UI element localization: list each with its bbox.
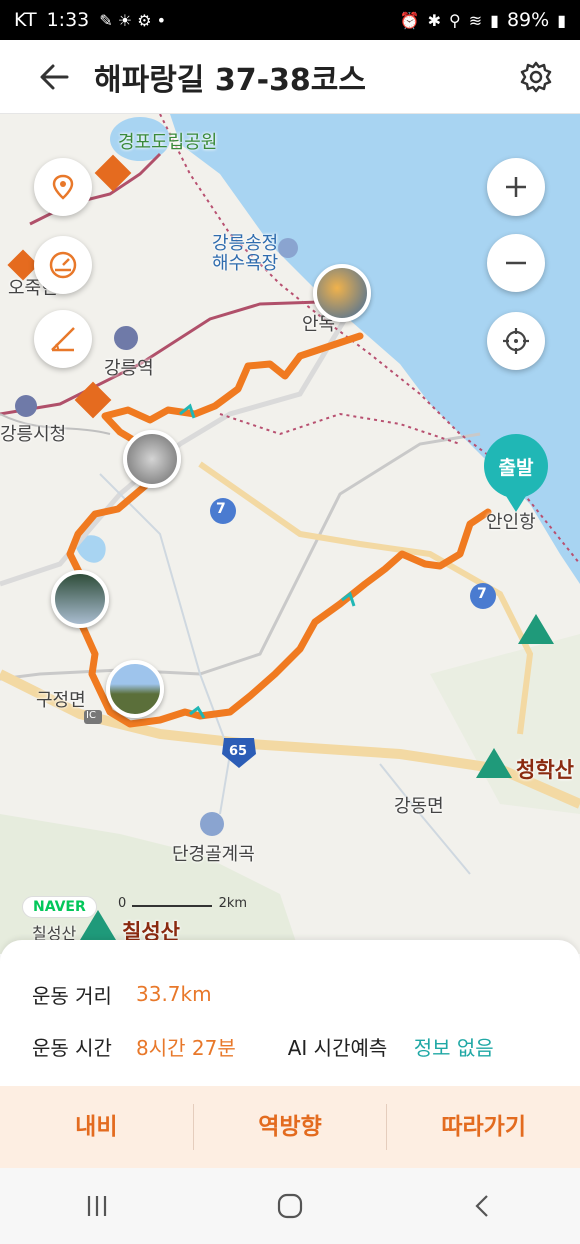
home-button[interactable] [250,1176,330,1236]
time-row: 운동 시간 8시간 27분 AI 시간예측 정보 없음 [32,1020,548,1072]
my-location-button[interactable] [487,312,545,370]
recent-apps-icon [87,1196,106,1216]
ic-label: IC [86,710,96,721]
settings-button[interactable] [510,51,562,103]
map-label-cityhall: 강릉시청 [0,424,67,445]
map-label-station: 강릉역 [104,358,154,379]
battery-icon: ▮ [557,10,566,30]
map-label-cheonghak: 청학산 [516,758,574,782]
zoom-out-button[interactable] [487,234,545,292]
elevation-button[interactable] [34,310,92,368]
system-nav-bar [0,1168,580,1244]
photo-marker[interactable] [106,660,164,718]
carrier-label: KT [14,9,37,31]
gear-icon [520,61,552,92]
ai-estimate-label: AI 시간예측 [287,1035,388,1060]
signal-icon: ▮ [490,10,499,30]
start-pin[interactable]: 출발 [484,434,548,512]
photo-marker[interactable] [123,430,181,488]
alarm-icon: ⏰ [399,10,420,30]
map-label-gangdong: 강동면 [394,796,444,817]
speed-button[interactable] [34,236,92,294]
plus-icon [506,177,526,197]
map-view[interactable]: 경포도립공원 강릉송정 해수욕장 강릉역 강릉시청 오죽헌 안목 안인항 구정면… [0,114,580,954]
back-arrow-icon [40,64,69,89]
reverse-direction-button[interactable]: 역방향 [194,1104,387,1150]
action-bar: 내비 역방향 따라가기 [0,1086,580,1168]
distance-row: 운동 거리 33.7km [32,968,548,1020]
page-title: 해파랑길 37-38코스 [94,62,366,98]
distance-label: 운동 거리 [32,983,112,1008]
clock: 1:33 [46,9,90,31]
bluetooth-icon: ✱ [427,10,442,30]
minus-icon [506,261,526,265]
system-back-button[interactable] [443,1176,523,1236]
zoom-in-button[interactable] [487,158,545,216]
photo-marker[interactable] [51,570,109,628]
map-base [0,114,580,954]
home-icon [277,1193,303,1219]
navigation-button[interactable]: 내비 [0,1104,193,1150]
notification-icons: ✎ ☀ ⚙ • [99,10,167,30]
naver-logo: NAVER [22,896,97,918]
wifi-icon: ≋ [468,10,483,30]
map-label-beach: 강릉송정 해수욕장 [212,233,279,274]
photo-marker[interactable] [313,264,371,322]
time-value: 8시간 27분 [136,1035,236,1060]
map-label-gujeong: 구정면 [36,690,86,711]
slope-icon [51,327,75,352]
map-pin-icon [52,174,74,200]
app-header: 해파랑길 37-38코스 [0,40,580,114]
recent-apps-button[interactable] [57,1176,137,1236]
route-shield-7b: 7 [477,586,487,602]
location-marker-button[interactable] [34,158,92,216]
map-label-park: 경포도립공원 [118,132,218,153]
scale-unit: 2km [218,896,248,911]
scale-zero: 0 [118,896,127,911]
ai-estimate-value: 정보 없음 [413,1035,494,1060]
crosshair-icon [503,328,529,354]
location-icon: ⚲ [449,10,461,30]
route-shield-65: 65 [229,744,248,759]
back-button[interactable] [24,47,84,107]
speedometer-icon [49,251,77,279]
chevron-left-icon [475,1195,489,1217]
route-shield-7a: 7 [216,501,226,517]
map-scale: 0 2km [118,896,247,911]
distance-value: 33.7km [136,982,212,1006]
scale-bar [132,905,213,907]
follow-route-button[interactable]: 따라가기 [387,1104,580,1150]
summary-panel: 운동 거리 33.7km 운동 시간 8시간 27분 AI 시간예측 정보 없음 [0,940,580,1086]
time-label: 운동 시간 [32,1035,112,1060]
status-bar: KT 1:33 ✎ ☀ ⚙ • ⏰ ✱ ⚲ ≋ ▮ 89% ▮ [0,0,580,40]
map-label-dangyeong: 단경골계곡 [172,844,255,865]
battery-label: 89% [506,9,550,31]
